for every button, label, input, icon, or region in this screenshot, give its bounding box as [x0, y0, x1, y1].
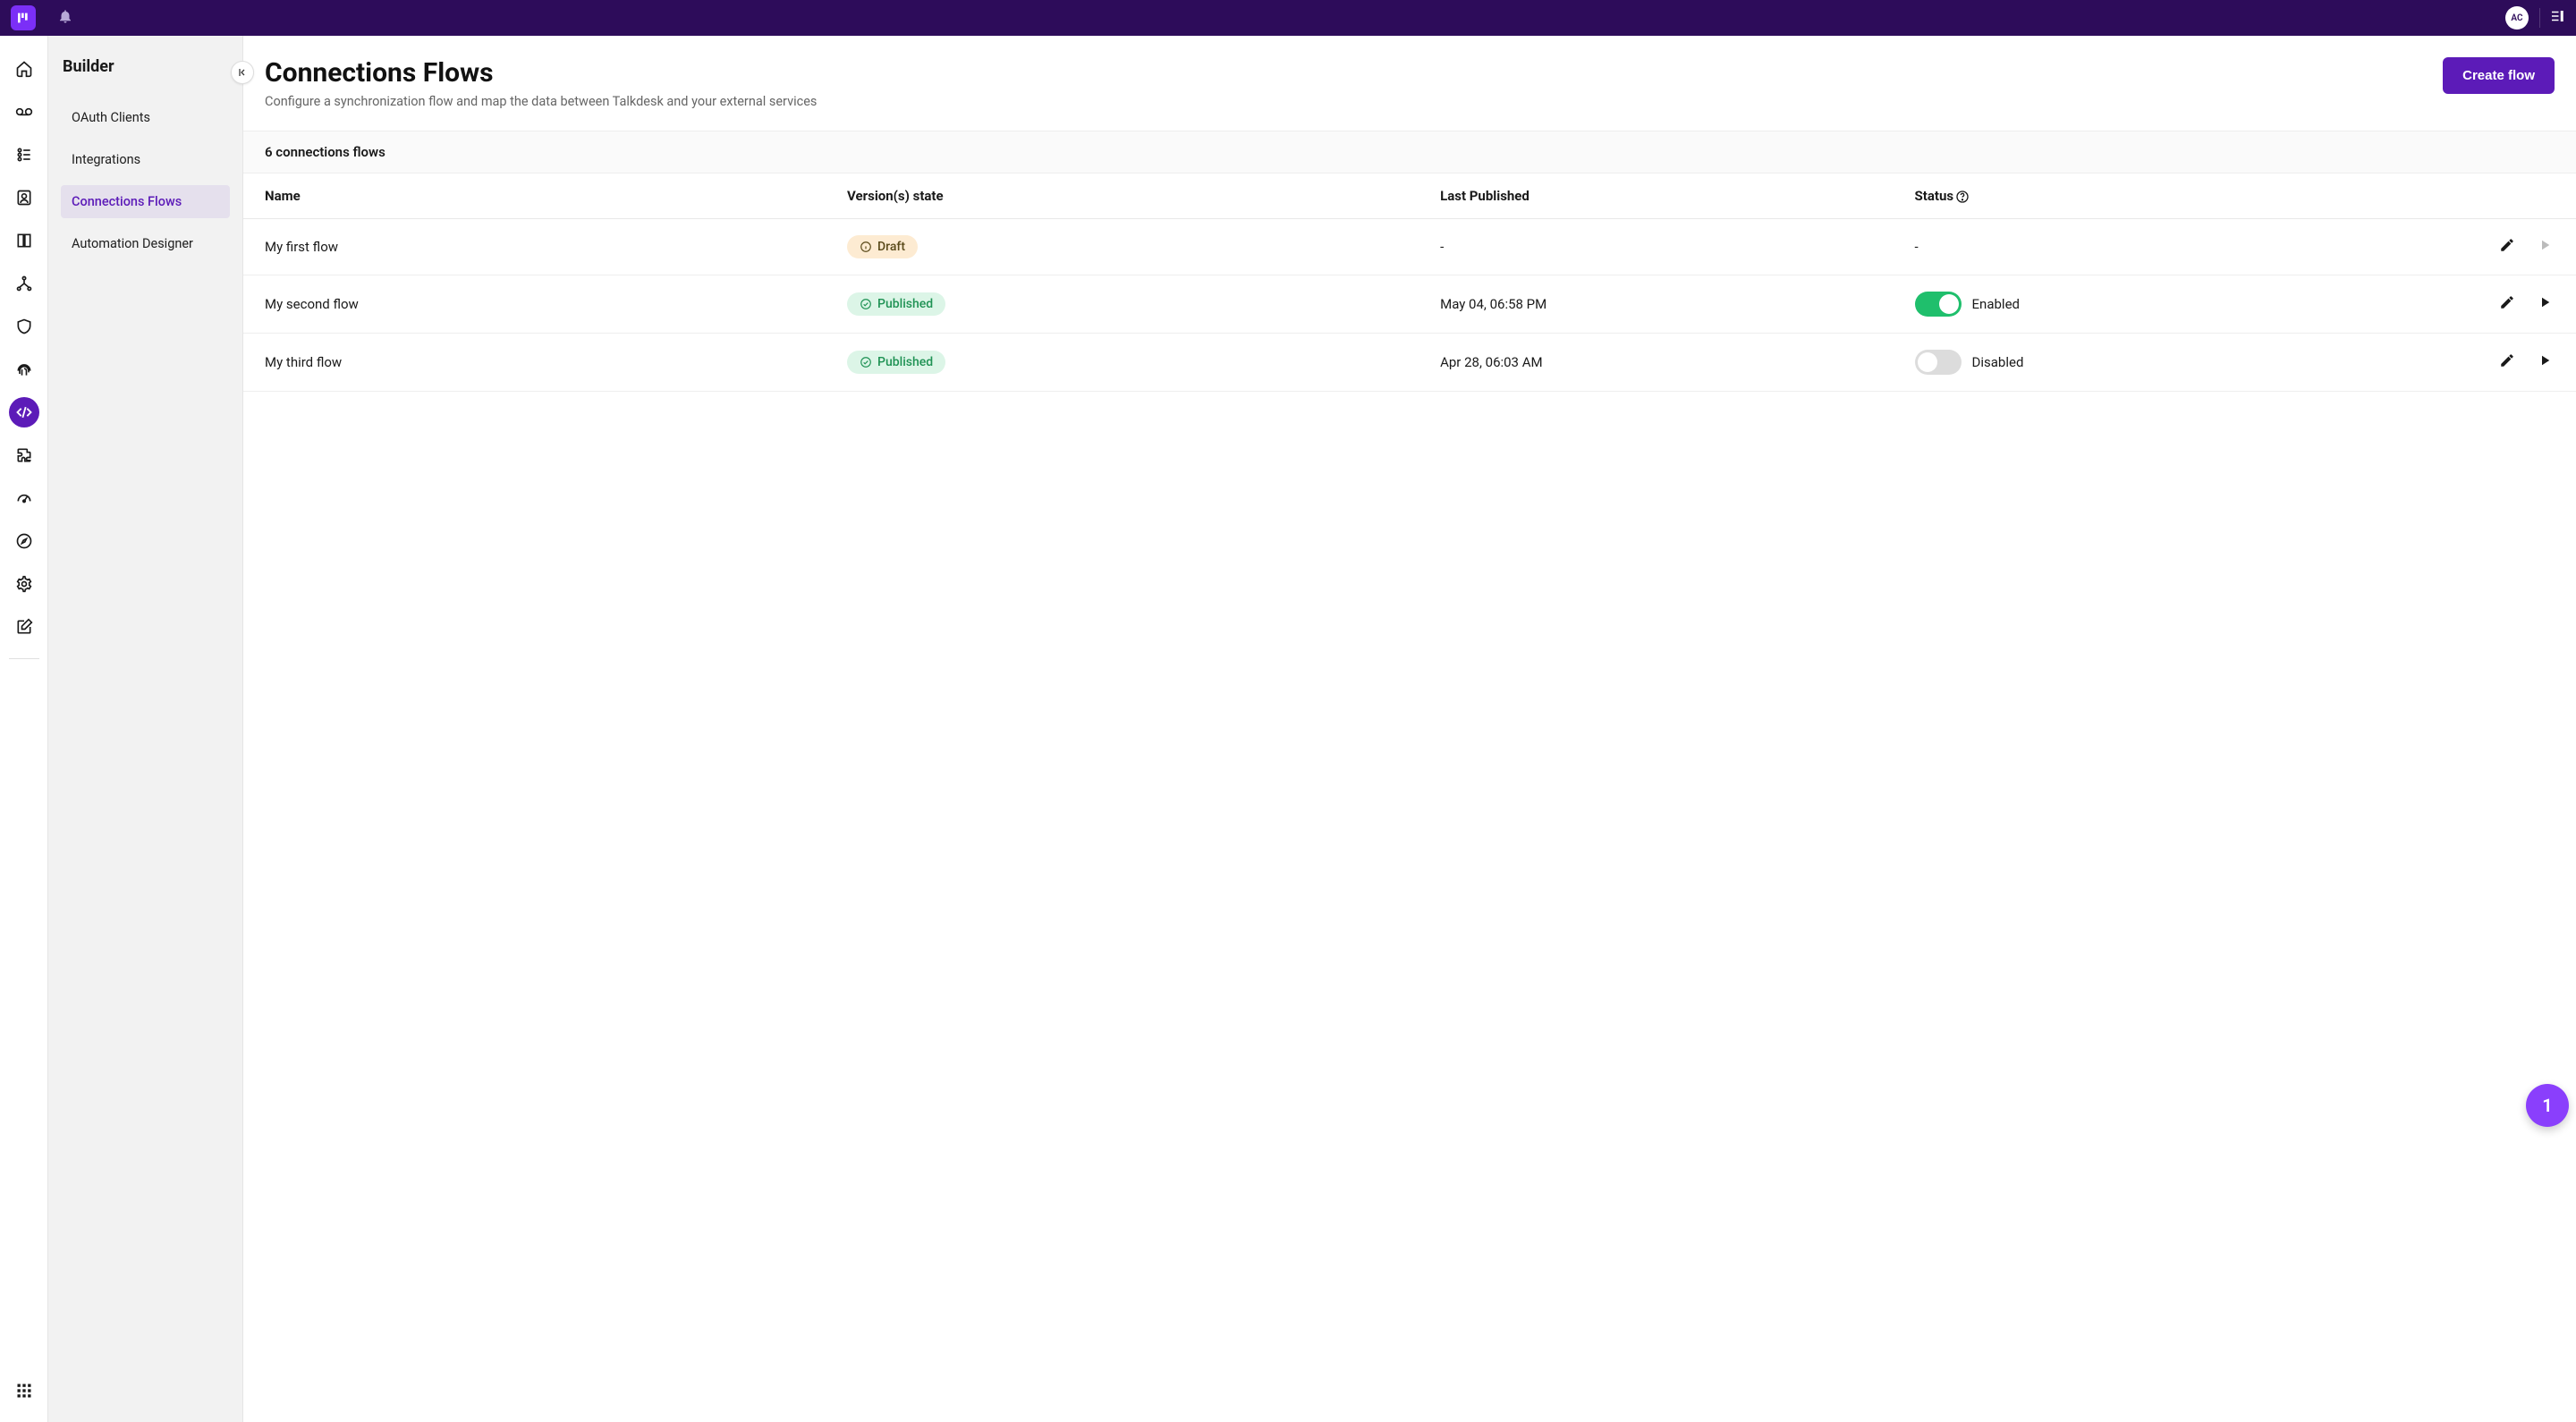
table-row: My third flow Published Apr 28, 06:03 AM… [243, 334, 2576, 392]
sidebar-item-integrations[interactable]: Integrations [61, 143, 230, 176]
flow-name: My third flow [243, 334, 836, 392]
flow-published: - [1429, 219, 1903, 275]
rail-home[interactable] [9, 54, 39, 84]
app-logo[interactable] [11, 5, 36, 30]
flow-name: My first flow [243, 219, 836, 275]
sidebar-item-oauth[interactable]: OAuth Clients [61, 101, 230, 134]
topbar-left [11, 5, 73, 30]
flow-status: Disabled [1904, 334, 2339, 392]
sidebar-collapse-button[interactable] [231, 61, 254, 84]
rail-gauge[interactable] [9, 483, 39, 513]
column-status: Status [1904, 174, 2339, 219]
table-header-row: Name Version(s) state Last Published Sta… [243, 174, 2576, 219]
flow-actions [2339, 275, 2576, 334]
rail-shield[interactable] [9, 311, 39, 342]
rail-separator [9, 658, 39, 659]
edit-button[interactable] [2499, 237, 2515, 257]
state-badge-label: Published [877, 297, 933, 311]
flow-status: Enabled [1904, 275, 2339, 334]
flows-table: Name Version(s) state Last Published Sta… [243, 174, 2576, 392]
status-toggle[interactable] [1915, 292, 1962, 317]
status-label: Enabled [1972, 296, 2020, 312]
rail-voicemail[interactable] [9, 97, 39, 127]
table-row: My second flow Published May 04, 06:58 P… [243, 275, 2576, 334]
sidebar-item-connections-flows[interactable]: Connections Flows [61, 185, 230, 218]
content-header: Connections Flows Configure a synchroniz… [243, 36, 2576, 131]
notification-fab[interactable]: 1 [2526, 1084, 2569, 1127]
state-badge-draft: Draft [847, 235, 918, 258]
column-state: Version(s) state [836, 174, 1429, 219]
rail-puzzle[interactable] [9, 440, 39, 470]
flow-state: Draft [836, 219, 1429, 275]
state-badge-published: Published [847, 351, 945, 374]
run-button[interactable] [2537, 294, 2553, 314]
state-badge-label: Draft [877, 240, 905, 254]
edit-button[interactable] [2499, 294, 2515, 314]
rail-fingerprint[interactable] [9, 354, 39, 385]
content: Connections Flows Configure a synchroniz… [243, 36, 2576, 1422]
flow-status: - [1904, 219, 2339, 275]
check-circle-icon [860, 298, 872, 310]
rail-code[interactable] [9, 397, 39, 427]
run-button [2537, 237, 2553, 257]
rail-queue[interactable] [9, 140, 39, 170]
flow-state: Published [836, 275, 1429, 334]
table-row: My first flow Draft - - [243, 219, 2576, 275]
rail-apps[interactable] [9, 1375, 39, 1406]
rail-route[interactable] [9, 268, 39, 299]
page-title: Connections Flows [265, 57, 817, 89]
flow-state: Published [836, 334, 1429, 392]
page-subtitle: Configure a synchronization flow and map… [265, 94, 817, 109]
column-name: Name [243, 174, 836, 219]
panel-toggle-icon[interactable] [2539, 8, 2565, 28]
flow-published: Apr 28, 06:03 AM [1429, 334, 1903, 392]
column-actions [2339, 174, 2576, 219]
column-status-label: Status [1915, 188, 1954, 204]
sidebar: Builder OAuth Clients Integrations Conne… [48, 36, 243, 1422]
status-label: Disabled [1972, 354, 2024, 370]
info-icon [860, 241, 872, 253]
topbar-right: AC [2505, 6, 2565, 30]
rail-edit[interactable] [9, 612, 39, 642]
state-badge-published: Published [847, 292, 945, 316]
flow-name: My second flow [243, 275, 836, 334]
rail-book[interactable] [9, 225, 39, 256]
flow-actions [2339, 334, 2576, 392]
chevron-left-icon [237, 67, 248, 78]
create-flow-button[interactable]: Create flow [2443, 57, 2555, 94]
state-badge-label: Published [877, 355, 933, 369]
notifications-icon[interactable] [57, 8, 73, 28]
status-toggle[interactable] [1915, 350, 1962, 375]
main-area: Builder OAuth Clients Integrations Conne… [0, 36, 2576, 1422]
avatar[interactable]: AC [2505, 6, 2529, 30]
help-icon[interactable] [1955, 190, 1970, 204]
icon-rail [0, 36, 48, 1422]
table-count: 6 connections flows [243, 131, 2576, 174]
topbar: AC [0, 0, 2576, 36]
run-button[interactable] [2537, 352, 2553, 372]
rail-compass[interactable] [9, 526, 39, 556]
sidebar-title: Builder [61, 57, 230, 76]
column-published: Last Published [1429, 174, 1903, 219]
check-circle-icon [860, 356, 872, 368]
sidebar-item-automation-designer[interactable]: Automation Designer [61, 227, 230, 260]
page-heading-group: Connections Flows Configure a synchroniz… [265, 57, 817, 109]
flow-published: May 04, 06:58 PM [1429, 275, 1903, 334]
flow-actions [2339, 219, 2576, 275]
rail-contacts[interactable] [9, 182, 39, 213]
logo-icon [16, 11, 30, 25]
edit-button[interactable] [2499, 352, 2515, 372]
rail-gear[interactable] [9, 569, 39, 599]
